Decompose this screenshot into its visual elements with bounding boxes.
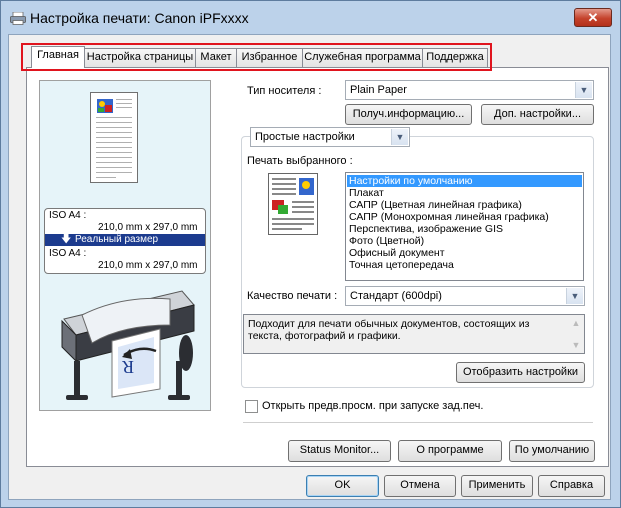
preview-checkbox[interactable] [245,400,258,413]
ok-button[interactable]: OK [306,475,379,497]
list-item[interactable]: Плакат [349,187,384,199]
print-quality-select[interactable]: Стандарт (600dpi) ▼ [345,286,585,306]
title-bar[interactable]: Настройка печати: Canon iPFxxxx ✕ [1,1,620,35]
quality-label: Качество печати : [247,290,338,302]
media-type-value: Plain Paper [350,84,407,96]
scroll-up-icon[interactable]: ▲ [569,316,583,330]
description-box: Подходит для печати обычных документов, … [243,314,585,354]
printer-icon [10,12,26,25]
show-settings-button[interactable]: Отобразить настройки [456,362,585,383]
defaults-button[interactable]: По умолчанию [509,440,595,462]
more-settings-button[interactable]: Доп. настройки... [481,104,594,125]
scaling-label: Реальный размер [75,234,159,245]
output-size-value: 210,0 mm x 297,0 mm [98,260,198,271]
settings-mode-select[interactable]: Простые настройки ▼ [250,127,410,147]
list-item[interactable]: САПР (Цветная линейная графика) [349,199,522,211]
media-type-select[interactable]: Plain Paper ▼ [345,80,594,100]
print-target-thumbnail [268,173,318,235]
close-button[interactable]: ✕ [574,8,612,27]
divider [243,422,593,423]
description-text: Подходит для печати обычных документов, … [248,318,530,342]
get-info-button[interactable]: Получ.информацию... [345,104,472,125]
settings-mode-value: Простые настройки [255,131,355,143]
tabs-highlight-frame [21,43,492,71]
page-image-icon [97,99,113,113]
status-monitor-button[interactable]: Status Monitor... [288,440,391,462]
preview-checkbox-label: Открыть предв.просм. при запуске зад.печ… [262,400,484,412]
print-quality-value: Стандарт (600dpi) [350,290,442,302]
print-target-list[interactable]: Настройки по умолчанию Плакат САПР (Цвет… [345,172,584,281]
scaling-bar: 🡇 Реальный размер [45,234,205,246]
arrow-down-icon: 🡇 [61,234,72,245]
list-item[interactable]: Точная цетопередача [349,259,454,271]
cancel-button[interactable]: Отмена [384,475,456,497]
chevron-down-icon: ▼ [566,288,583,304]
help-button[interactable]: Справка [538,475,605,497]
list-item[interactable]: Фото (Цветной) [349,235,424,247]
list-item[interactable]: Офисный документ [349,247,445,259]
print-target-label: Печать выбранного : [247,155,353,167]
page-thumbnail [90,92,138,183]
page-letter-r: R [122,357,134,377]
list-item[interactable]: САПР (Монохромная линейная графика) [349,211,549,223]
apply-button[interactable]: Применить [461,475,533,497]
plotter-illustration: R [61,290,195,400]
window-title: Настройка печати: Canon iPFxxxx [30,10,249,26]
media-type-label: Тип носителя : [247,85,322,97]
scroll-down-icon[interactable]: ▼ [569,338,583,352]
about-button[interactable]: О программе [398,440,502,462]
list-item[interactable]: Настройки по умолчанию [347,175,582,187]
input-size-label: ISO A4 : [49,210,87,221]
tab-main[interactable]: Главная [31,46,85,68]
chevron-down-icon: ▼ [575,82,592,98]
output-size-label: ISO A4 : [49,248,87,259]
input-size-value: 210,0 mm x 297,0 mm [98,222,198,233]
list-item[interactable]: Перспектива, изображение GIS [349,223,503,235]
chevron-down-icon: ▼ [391,129,408,145]
